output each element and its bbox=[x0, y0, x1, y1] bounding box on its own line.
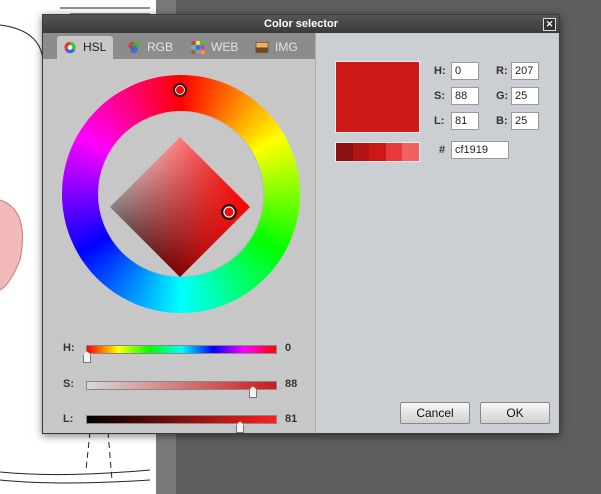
tab-hsl[interactable]: HSL bbox=[57, 36, 113, 59]
hex-field[interactable]: cf1919 bbox=[451, 141, 509, 159]
green-field-label: G: bbox=[496, 90, 509, 102]
tab-rgb-label: RGB bbox=[147, 40, 174, 54]
image-icon bbox=[255, 41, 269, 54]
hue-slider-value: 0 bbox=[285, 342, 292, 354]
web-palette-icon bbox=[191, 41, 205, 54]
lightness-slider[interactable] bbox=[86, 415, 277, 424]
saturation-slider-value: 88 bbox=[285, 378, 298, 390]
tab-rgb[interactable]: RGB bbox=[121, 36, 179, 59]
shade-swatch[interactable] bbox=[352, 143, 370, 161]
blue-field-label: B: bbox=[496, 115, 508, 127]
hue-slider-label: H: bbox=[63, 342, 75, 354]
tab-web[interactable]: WEB bbox=[185, 36, 245, 59]
red-field[interactable]: 207 bbox=[511, 62, 539, 80]
saturation-slider[interactable] bbox=[86, 381, 277, 390]
mode-tabs: HSL RGB WEB IMG bbox=[43, 33, 315, 59]
picker-panel: HSL RGB WEB IMG H: 0 S: 88 L: 81 bbox=[43, 33, 316, 433]
lightness-slider-value: 81 bbox=[285, 413, 298, 425]
saturation-field[interactable]: 88 bbox=[451, 87, 479, 105]
saturation-lightness-diamond[interactable] bbox=[106, 133, 254, 281]
tab-img-label: IMG bbox=[275, 40, 298, 54]
ok-button[interactable]: OK bbox=[480, 402, 550, 424]
blue-field[interactable]: 25 bbox=[511, 112, 539, 130]
dialog-titlebar[interactable]: Color selector ✕ bbox=[43, 15, 559, 33]
tab-web-label: WEB bbox=[211, 40, 239, 54]
shade-swatch[interactable] bbox=[402, 143, 419, 161]
hue-marker[interactable] bbox=[173, 83, 187, 97]
cancel-button[interactable]: Cancel bbox=[400, 402, 470, 424]
color-selector-dialog: Color selector ✕ HSL RGB WEB IMG H: 0 S:… bbox=[42, 14, 560, 434]
hue-field-label: H: bbox=[434, 65, 446, 77]
shade-swatch[interactable] bbox=[385, 143, 403, 161]
tab-img[interactable]: IMG bbox=[249, 36, 309, 59]
hex-field-label: # bbox=[439, 144, 446, 156]
saturation-field-label: S: bbox=[434, 90, 445, 102]
red-field-label: R: bbox=[496, 65, 508, 77]
shade-swatch[interactable] bbox=[369, 143, 386, 161]
lightness-field[interactable]: 81 bbox=[451, 112, 479, 130]
dialog-title: Color selector bbox=[264, 18, 338, 30]
current-color-swatch bbox=[335, 61, 420, 133]
close-icon[interactable]: ✕ bbox=[543, 18, 556, 31]
lightness-slider-label: L: bbox=[63, 413, 74, 425]
color-wheel-icon bbox=[64, 41, 76, 54]
shade-strip bbox=[335, 142, 420, 162]
rgb-circles-icon bbox=[128, 41, 140, 54]
saturation-slider-label: S: bbox=[63, 378, 74, 390]
tab-hsl-label: HSL bbox=[83, 40, 107, 54]
hue-slider[interactable] bbox=[86, 345, 277, 354]
lightness-field-label: L: bbox=[434, 115, 445, 127]
shade-swatch[interactable] bbox=[336, 143, 353, 161]
green-field[interactable]: 25 bbox=[511, 87, 539, 105]
hue-field[interactable]: 0 bbox=[451, 62, 479, 80]
